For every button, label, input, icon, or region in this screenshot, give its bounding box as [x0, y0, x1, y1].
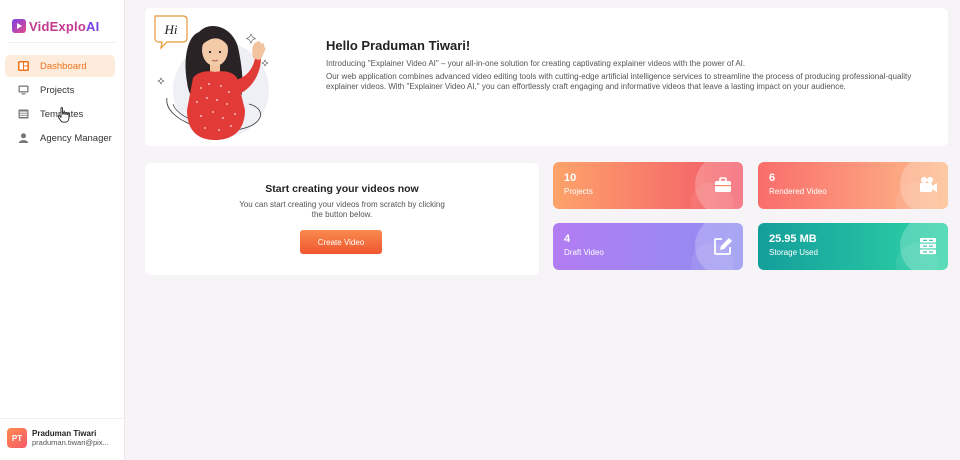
user-icon	[18, 133, 29, 143]
stat-card-projects[interactable]: 10 Projects	[553, 162, 743, 209]
sidebar-item-dashboard[interactable]: Dashboard	[5, 55, 115, 77]
sidebar-item-label: Projects	[40, 84, 75, 96]
sidebar-item-label: Agency Manager	[40, 132, 112, 144]
template-icon	[18, 109, 29, 119]
welcome-intro: Introducing "Explainer Video AI" – your …	[326, 59, 746, 68]
stat-value: 10	[564, 172, 577, 184]
stat-label: Draft Video	[564, 248, 604, 257]
stat-value: 25.95 MB	[769, 233, 817, 245]
hi-bubble-text: Hi	[164, 22, 178, 37]
greeting-woman-illustration: Hi	[154, 15, 269, 140]
stat-label: Rendered Video	[769, 187, 827, 196]
logo-play-icon	[12, 19, 26, 33]
start-title: Start creating your videos now	[265, 183, 419, 195]
sidebar-item-label: Dashboard	[40, 60, 87, 72]
sidebar-item-agency-manager[interactable]: Agency Manager	[5, 127, 115, 149]
user-email: praduman.tiwari@pix...	[32, 438, 109, 447]
create-video-button[interactable]: Create Video	[300, 230, 382, 254]
stat-card-rendered-video[interactable]: 6 Rendered Video	[758, 162, 948, 209]
welcome-body: Our web application combines advanced vi…	[326, 72, 912, 91]
monitor-icon	[18, 85, 29, 95]
stat-value: 6	[769, 172, 776, 184]
app-logo[interactable]: VidExploAI	[12, 16, 99, 36]
start-subtitle: You can start creating your videos from …	[239, 200, 445, 219]
briefcase-icon	[713, 175, 733, 195]
sidebar: VidExploAI Dashboard Projects Templates	[0, 0, 125, 460]
dashboard-icon	[18, 61, 29, 71]
avatar: PT	[7, 428, 27, 448]
welcome-banner: Hi Hello Praduman Tiwari! Introducing "E…	[145, 8, 948, 146]
stat-label: Storage Used	[769, 248, 818, 257]
stat-card-storage-used[interactable]: 25.95 MB Storage Used	[758, 223, 948, 270]
user-info: Praduman Tiwari praduman.tiwari@pix...	[32, 429, 119, 447]
stat-card-draft-video[interactable]: 4 Draft Video	[553, 223, 743, 270]
sidebar-item-projects[interactable]: Projects	[5, 79, 115, 101]
sidebar-divider	[8, 42, 116, 43]
video-camera-icon	[918, 175, 938, 195]
stat-value: 4	[564, 233, 571, 245]
edit-icon	[713, 236, 733, 256]
stat-label: Projects	[564, 187, 593, 196]
start-creating-card: Start creating your videos now You can s…	[145, 163, 539, 275]
sidebar-nav: Dashboard Projects Templates Agency Mana…	[5, 55, 115, 151]
user-name: Praduman Tiwari	[32, 429, 97, 438]
user-profile[interactable]: PT Praduman Tiwari praduman.tiwari@pix..…	[7, 428, 123, 448]
server-icon	[918, 236, 938, 256]
logo-text: VidExploAI	[29, 18, 100, 34]
pointer-cursor-icon	[57, 107, 70, 123]
user-divider	[0, 418, 124, 419]
welcome-title: Hello Praduman Tiwari!	[326, 38, 471, 53]
